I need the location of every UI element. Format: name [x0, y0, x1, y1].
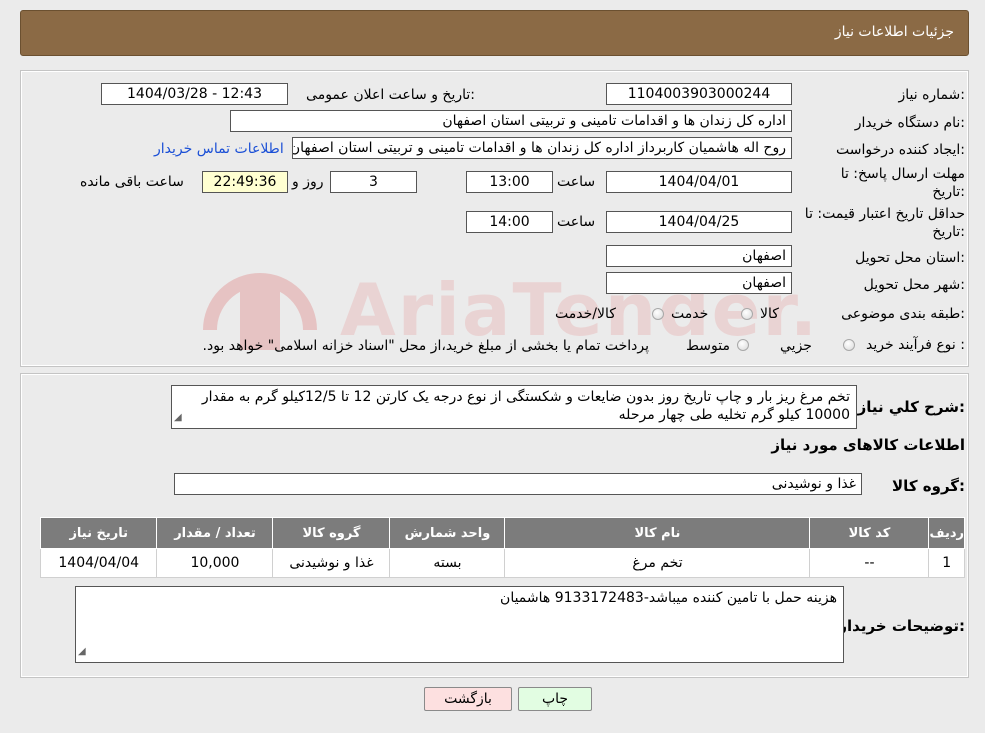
cell-row-number: 1: [928, 548, 965, 578]
days-remaining-field: 3: [330, 171, 417, 193]
process-label: نوع فرآیند خرید :: [866, 337, 965, 353]
announce-field: 1404/03/28 - 12:43: [101, 83, 288, 105]
cell-goods-name: تخم مرغ: [504, 548, 811, 578]
cell-need-date: 1404/04/04: [39, 548, 158, 578]
goods-table: ردیف کد کالا نام کالا واحد شمارش گروه کا…: [39, 517, 965, 578]
cell-unit: بسته: [389, 548, 506, 578]
process-option-small: جزیي: [780, 338, 812, 354]
goods-group-field: غذا و نوشیدنی: [174, 473, 862, 495]
resize-grip-icon[interactable]: ◢: [78, 643, 86, 661]
province-label: استان محل تحویل:: [855, 250, 965, 266]
validity-date-field: 1404/04/25: [606, 211, 792, 233]
description-label: شرح کلي نياز:: [857, 398, 965, 416]
cell-quantity: 10,000: [156, 548, 274, 578]
deadline-date-field: 1404/04/01: [606, 171, 792, 193]
process-note: پرداخت تمام یا بخشی از مبلغ خرید،از محل …: [202, 338, 649, 354]
days-label: روز و: [292, 174, 324, 190]
page-title: جزئیات اطلاعات نیاز: [834, 24, 954, 40]
col-quantity: تعداد / مقدار: [156, 517, 274, 549]
remaining-time-field: 22:49:36: [202, 171, 288, 193]
col-goods-group: گروه کالا: [272, 517, 391, 549]
goods-section-title: اطلاعات کالاهای مورد نیاز: [771, 436, 965, 454]
cell-goods-code: --: [809, 548, 930, 578]
table-row: 1 -- تخم مرغ بسته غذا و نوشیدنی 10,000 1…: [39, 548, 965, 578]
buyer-notes-textarea[interactable]: هزینه حمل با تامین کننده میباشد-91331724…: [75, 586, 844, 663]
col-unit: واحد شمارش: [389, 517, 506, 549]
validity-time-label: ساعت: [557, 214, 596, 230]
resize-grip-icon[interactable]: ◢: [174, 409, 182, 427]
goods-group-label: گروه کالا:: [892, 477, 965, 495]
description-textarea[interactable]: تخم مرغ ریز بار و چاپ تاریخ روز بدون ضای…: [171, 385, 857, 429]
need-number-field: 1104003903000244: [606, 83, 792, 105]
deadline-label-2: تاریخ:: [932, 184, 965, 200]
buyer-notes-label: توضیحات خریدار:: [838, 617, 965, 635]
buyer-notes-text: هزینه حمل با تامین کننده میباشد-91331724…: [500, 590, 837, 606]
creator-field: روح اله هاشمیان کاربرداز اداره کل زندان …: [292, 137, 792, 159]
remaining-label: ساعت باقی مانده: [80, 174, 184, 190]
province-field: اصفهان: [606, 245, 792, 267]
validity-label-2: تاریخ:: [932, 224, 965, 240]
col-row-number: ردیف: [928, 517, 965, 549]
deadline-time-label: ساعت: [557, 174, 596, 190]
page-header: جزئیات اطلاعات نیاز: [20, 10, 969, 56]
category-option-service: خدمت: [671, 306, 709, 322]
category-label: طبقه بندی موضوعی:: [841, 306, 965, 322]
description-text: تخم مرغ ریز بار و چاپ تاریخ روز بدون ضای…: [201, 389, 850, 423]
deadline-time-field: 13:00: [466, 171, 553, 193]
creator-label: ایجاد کننده درخواست:: [836, 142, 965, 158]
col-goods-code: کد کالا: [809, 517, 930, 549]
back-button[interactable]: بازگشت: [424, 687, 512, 711]
print-button[interactable]: چاپ: [518, 687, 592, 711]
col-goods-name: نام کالا: [504, 517, 811, 549]
category-option-goods: کالا: [760, 306, 779, 322]
validity-time-field: 14:00: [466, 211, 553, 233]
city-label: شهر محل تحویل:: [863, 277, 965, 293]
table-header-row: ردیف کد کالا نام کالا واحد شمارش گروه کا…: [39, 517, 965, 549]
city-field: اصفهان: [606, 272, 792, 294]
deadline-label: مهلت ارسال پاسخ: تا: [840, 166, 965, 182]
process-option-medium: متوسط: [686, 338, 730, 354]
need-number-label: شماره نیاز:: [898, 87, 965, 103]
cell-goods-group: غذا و نوشیدنی: [272, 548, 391, 578]
announce-label: تاریخ و ساعت اعلان عمومی:: [306, 87, 475, 103]
process-radio-medium[interactable]: [737, 339, 749, 351]
contact-info-link[interactable]: اطلاعات تماس خریدار: [154, 141, 284, 157]
col-need-date: تاریخ نیاز: [39, 517, 158, 549]
category-radio-goods[interactable]: [741, 308, 753, 320]
category-option-both: کالا/خدمت: [555, 306, 616, 322]
buyer-org-label: نام دستگاه خریدار:: [854, 115, 965, 131]
validity-label: حداقل تاریخ اعتبار قیمت: تا: [804, 206, 965, 222]
category-radio-service[interactable]: [652, 308, 664, 320]
buyer-org-field: اداره کل زندان ها و اقدامات تامینی و ترب…: [230, 110, 792, 132]
process-radio-small[interactable]: [843, 339, 855, 351]
